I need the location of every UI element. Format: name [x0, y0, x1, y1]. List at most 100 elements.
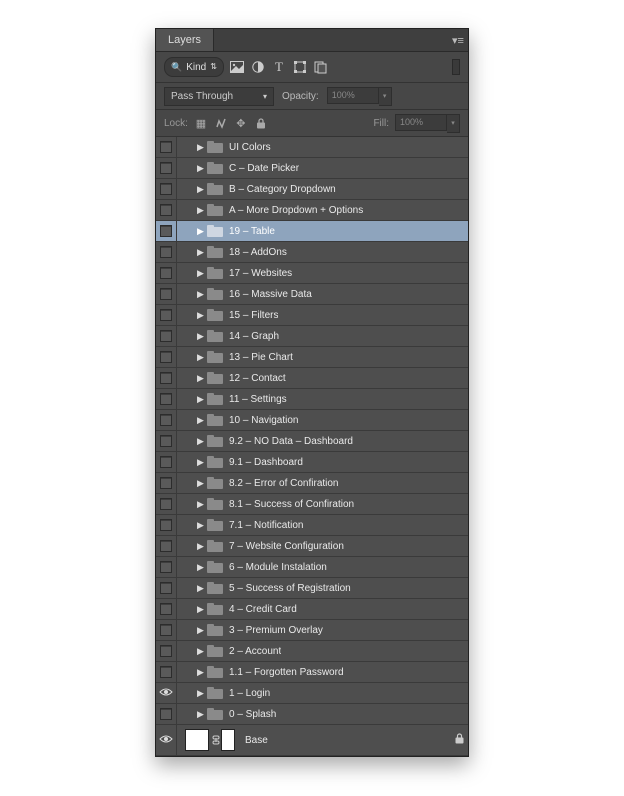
disclosure-triangle-icon[interactable]: ▶	[197, 373, 207, 384]
layer-row[interactable]: ▶7.1 – Notification	[156, 515, 468, 536]
layer-row[interactable]: ▶8.2 – Error of Confiration	[156, 473, 468, 494]
layer-row[interactable]: ▶16 – Massive Data	[156, 284, 468, 305]
visibility-toggle[interactable]	[156, 473, 177, 493]
disclosure-triangle-icon[interactable]: ▶	[197, 604, 207, 615]
layer-row[interactable]: ▶17 – Websites	[156, 263, 468, 284]
mask-link-icon[interactable]	[211, 735, 221, 745]
visibility-toggle[interactable]	[156, 305, 177, 325]
disclosure-triangle-icon[interactable]: ▶	[197, 310, 207, 321]
visibility-toggle[interactable]	[156, 221, 177, 241]
filter-smartobject-icon[interactable]	[314, 60, 328, 74]
layer-row[interactable]: ▶19 – Table	[156, 221, 468, 242]
disclosure-triangle-icon[interactable]: ▶	[197, 520, 207, 531]
visibility-toggle[interactable]	[156, 578, 177, 598]
visibility-toggle[interactable]	[156, 431, 177, 451]
disclosure-triangle-icon[interactable]: ▶	[197, 709, 207, 720]
layer-row[interactable]: ▶10 – Navigation	[156, 410, 468, 431]
disclosure-triangle-icon[interactable]: ▶	[197, 184, 207, 195]
visibility-toggle[interactable]	[156, 263, 177, 283]
layer-row[interactable]: ▶7 – Website Configuration	[156, 536, 468, 557]
visibility-toggle[interactable]	[156, 179, 177, 199]
visibility-toggle[interactable]	[156, 137, 177, 157]
layer-row[interactable]: ▶3 – Premium Overlay	[156, 620, 468, 641]
disclosure-triangle-icon[interactable]: ▶	[197, 142, 207, 153]
visibility-toggle[interactable]	[156, 536, 177, 556]
visibility-toggle[interactable]	[156, 641, 177, 661]
disclosure-triangle-icon[interactable]: ▶	[197, 688, 207, 699]
fill-slider-toggle[interactable]: ▾	[447, 114, 460, 133]
disclosure-triangle-icon[interactable]: ▶	[197, 394, 207, 405]
visibility-toggle[interactable]	[156, 158, 177, 178]
lock-position-icon[interactable]: ✥	[234, 116, 248, 130]
disclosure-triangle-icon[interactable]: ▶	[197, 247, 207, 258]
layer-row[interactable]: ▶9.1 – Dashboard	[156, 452, 468, 473]
layer-row[interactable]: ▶0 – Splash	[156, 704, 468, 725]
disclosure-triangle-icon[interactable]: ▶	[197, 436, 207, 447]
visibility-toggle[interactable]	[156, 704, 177, 724]
layer-row[interactable]: ▶13 – Pie Chart	[156, 347, 468, 368]
visibility-toggle[interactable]	[156, 242, 177, 262]
disclosure-triangle-icon[interactable]: ▶	[197, 415, 207, 426]
opacity-input[interactable]: 100%	[327, 87, 379, 104]
disclosure-triangle-icon[interactable]: ▶	[197, 331, 207, 342]
panel-menu-icon[interactable]: ▾≡	[448, 29, 468, 51]
filter-shape-icon[interactable]	[293, 60, 307, 74]
layer-row[interactable]: ▶C – Date Picker	[156, 158, 468, 179]
fill-input[interactable]: 100%	[395, 114, 447, 131]
visibility-toggle[interactable]	[156, 515, 177, 535]
visibility-toggle[interactable]	[156, 410, 177, 430]
layer-mask-thumbnail[interactable]	[221, 729, 235, 751]
disclosure-triangle-icon[interactable]: ▶	[197, 625, 207, 636]
visibility-toggle[interactable]	[156, 725, 177, 755]
layer-row[interactable]: ▶5 – Success of Registration	[156, 578, 468, 599]
layer-row[interactable]: ▶6 – Module Instalation	[156, 557, 468, 578]
layer-row[interactable]: ▶12 – Contact	[156, 368, 468, 389]
lock-transparency-icon[interactable]: ▦	[194, 116, 208, 130]
visibility-toggle[interactable]	[156, 284, 177, 304]
disclosure-triangle-icon[interactable]: ▶	[197, 478, 207, 489]
layer-row[interactable]: ▶14 – Graph	[156, 326, 468, 347]
disclosure-triangle-icon[interactable]: ▶	[197, 226, 207, 237]
visibility-toggle[interactable]	[156, 683, 177, 703]
visibility-toggle[interactable]	[156, 662, 177, 682]
disclosure-triangle-icon[interactable]: ▶	[197, 205, 207, 216]
disclosure-triangle-icon[interactable]: ▶	[197, 499, 207, 510]
filter-kind-select[interactable]: 🔍 Kind ⇅	[164, 57, 224, 77]
visibility-toggle[interactable]	[156, 599, 177, 619]
opacity-slider-toggle[interactable]: ▾	[379, 87, 392, 106]
visibility-toggle[interactable]	[156, 368, 177, 388]
visibility-toggle[interactable]	[156, 620, 177, 640]
lock-image-icon[interactable]	[214, 116, 228, 130]
visibility-toggle[interactable]	[156, 557, 177, 577]
disclosure-triangle-icon[interactable]: ▶	[197, 289, 207, 300]
base-layer-row[interactable]: Base	[156, 725, 468, 756]
disclosure-triangle-icon[interactable]: ▶	[197, 646, 207, 657]
layer-row[interactable]: ▶9.2 – NO Data – Dashboard	[156, 431, 468, 452]
layer-row[interactable]: ▶8.1 – Success of Confiration	[156, 494, 468, 515]
disclosure-triangle-icon[interactable]: ▶	[197, 457, 207, 468]
layer-row[interactable]: ▶A – More Dropdown + Options	[156, 200, 468, 221]
visibility-toggle[interactable]	[156, 200, 177, 220]
disclosure-triangle-icon[interactable]: ▶	[197, 163, 207, 174]
disclosure-triangle-icon[interactable]: ▶	[197, 583, 207, 594]
filter-toggle[interactable]	[452, 59, 460, 75]
layer-row[interactable]: ▶UI Colors	[156, 137, 468, 158]
visibility-toggle[interactable]	[156, 347, 177, 367]
disclosure-triangle-icon[interactable]: ▶	[197, 268, 207, 279]
layer-row[interactable]: ▶1.1 – Forgotten Password	[156, 662, 468, 683]
layer-row[interactable]: ▶15 – Filters	[156, 305, 468, 326]
filter-type-icon[interactable]: T	[272, 60, 286, 74]
visibility-toggle[interactable]	[156, 494, 177, 514]
layer-row[interactable]: ▶4 – Credit Card	[156, 599, 468, 620]
layer-row[interactable]: ▶B – Category Dropdown	[156, 179, 468, 200]
disclosure-triangle-icon[interactable]: ▶	[197, 667, 207, 678]
panel-tab-layers[interactable]: Layers	[156, 29, 214, 51]
visibility-toggle[interactable]	[156, 389, 177, 409]
layer-row[interactable]: ▶11 – Settings	[156, 389, 468, 410]
filter-adjustment-icon[interactable]	[251, 60, 265, 74]
lock-all-icon[interactable]	[254, 116, 268, 130]
disclosure-triangle-icon[interactable]: ▶	[197, 541, 207, 552]
visibility-toggle[interactable]	[156, 452, 177, 472]
filter-pixel-icon[interactable]	[230, 60, 244, 74]
disclosure-triangle-icon[interactable]: ▶	[197, 352, 207, 363]
